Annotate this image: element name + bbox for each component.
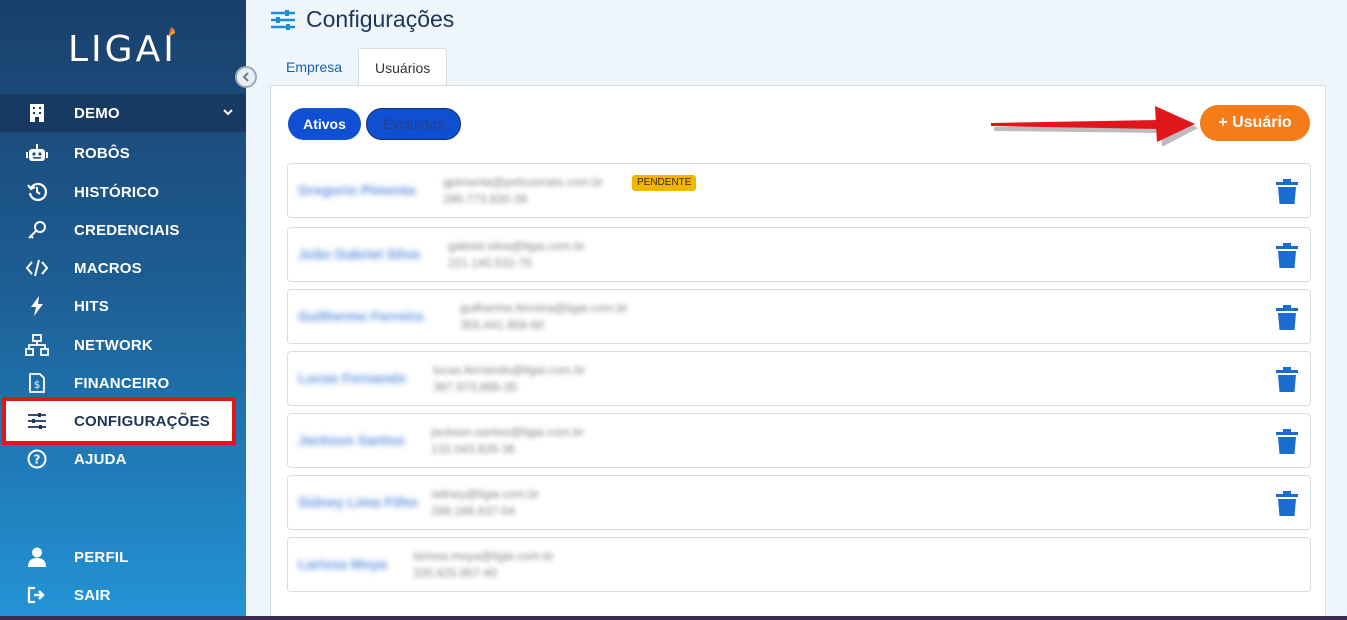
sidebar-item-label: ROBÔS: [74, 144, 131, 162]
trash-icon[interactable]: [1276, 429, 1298, 454]
trash-icon[interactable]: [1276, 179, 1298, 204]
network-icon: [25, 333, 49, 357]
sidebar-item-sair[interactable]: SAIR: [0, 576, 246, 614]
user-document: 132.043.826-36: [431, 442, 516, 456]
org-selector[interactable]: DEMO: [0, 94, 246, 132]
sidebar-item-configuracoes[interactable]: CONFIGURAÇÕES: [2, 397, 236, 445]
sidebar-item-ajuda[interactable]: ? AJUDA: [0, 440, 246, 478]
sidebar-item-label: CONFIGURAÇÕES: [74, 412, 210, 430]
bottom-border: [0, 616, 1347, 620]
user-row[interactable]: Larissa Moya larissa.moya@ligai.com.br 3…: [287, 537, 1311, 592]
sidebar-item-label: PERFIL: [74, 548, 129, 566]
sidebar-item-label: MACROS: [74, 259, 142, 277]
user-document: 355.441.958-60: [460, 318, 545, 332]
key-icon: [25, 218, 49, 242]
sliders-icon: [25, 409, 49, 433]
user-row[interactable]: Jackson Santos jackson.santos@ligai.com.…: [287, 413, 1311, 468]
logout-icon: [25, 583, 49, 607]
filter-deleted-button[interactable]: Excluídos: [366, 108, 461, 140]
user-email: jackson.santos@ligai.com.br: [431, 425, 584, 439]
sliders-icon: [271, 9, 295, 30]
chevron-left-icon: [242, 72, 249, 82]
history-icon: [25, 180, 49, 204]
trash-icon[interactable]: [1276, 243, 1298, 268]
page-header: Configurações: [270, 6, 454, 33]
chevron-down-icon: [223, 109, 233, 116]
building-icon: [25, 101, 49, 125]
collapse-sidebar-button[interactable]: [235, 66, 257, 88]
sidebar-item-label: FINANCEIRO: [74, 374, 170, 392]
user-row[interactable]: Sidney Lima Filho sidney@ligai.com.br 28…: [287, 475, 1311, 530]
user-email: gabriel.silva@ligai.com.br: [448, 239, 585, 253]
users-panel: Ativos Excluídos + Usuário Gregorio Pime…: [270, 85, 1326, 620]
trash-icon[interactable]: [1276, 367, 1298, 392]
user-name: Jackson Santos: [298, 432, 405, 448]
sidebar: LIGAI DEMO ROBÔS HISTÓRICO CREDENCIAIS M…: [0, 0, 246, 620]
user-email: guilherme.ferreira@ligai.com.br: [460, 301, 628, 315]
status-badge: PENDENTE: [632, 175, 697, 191]
sidebar-item-macros[interactable]: MACROS: [0, 249, 246, 287]
tab-empresa[interactable]: Empresa: [270, 48, 358, 86]
user-email: larissa.moya@ligai.com.br: [413, 549, 554, 563]
user-document: 289.186.637-54: [431, 504, 516, 518]
main-content: Configurações Empresa Usuários Ativos Ex…: [246, 0, 1347, 620]
sidebar-item-network[interactable]: NETWORK: [0, 326, 246, 364]
trash-icon[interactable]: [1276, 305, 1298, 330]
user-row[interactable]: Lucas Fernando lucas.fernando@ligai.com.…: [287, 351, 1311, 406]
trash-icon[interactable]: [1276, 491, 1298, 516]
page-title: Configurações: [306, 6, 455, 32]
invoice-icon: $: [25, 371, 49, 395]
user-row[interactable]: Gregorio Pimenta gpimenta@petrusmais.com…: [287, 163, 1311, 218]
logo-spark-icon: [168, 27, 175, 37]
user-name: Sidney Lima Filho: [298, 494, 418, 510]
add-user-button[interactable]: + Usuário: [1200, 105, 1310, 141]
code-icon: [25, 256, 49, 280]
tab-usuarios[interactable]: Usuários: [358, 48, 448, 86]
robot-icon: [25, 141, 49, 165]
sidebar-item-financeiro[interactable]: $ FINANCEIRO: [0, 364, 246, 402]
sidebar-item-label: HISTÓRICO: [74, 183, 160, 201]
filter-active-button[interactable]: Ativos: [288, 108, 361, 140]
user-document: 221.145.532-75: [448, 256, 533, 270]
user-row[interactable]: João Gabriel Silva gabriel.silva@ligai.c…: [287, 227, 1311, 282]
sidebar-item-credenciais[interactable]: CREDENCIAIS: [0, 211, 246, 249]
user-name: Guilherme Ferreira: [298, 308, 424, 324]
svg-text:$: $: [34, 380, 40, 391]
sidebar-item-hits[interactable]: HITS: [0, 287, 246, 325]
user-email: gpimenta@petrusmais.com.br: [443, 175, 604, 189]
app-logo: LIGAI: [68, 27, 178, 72]
user-icon: [25, 545, 49, 569]
sidebar-item-label: CREDENCIAIS: [74, 221, 180, 239]
user-document: 387.973.886-35: [433, 380, 518, 394]
user-row[interactable]: Guilherme Ferreira guilherme.ferreira@li…: [287, 289, 1311, 344]
sidebar-item-robos[interactable]: ROBÔS: [0, 134, 246, 172]
user-name: Larissa Moya: [298, 556, 387, 572]
sidebar-item-label: NETWORK: [74, 336, 153, 354]
sidebar-item-label: HITS: [74, 297, 109, 315]
annotation-arrow: [991, 106, 1198, 146]
bolt-icon: [25, 294, 49, 318]
svg-text:?: ?: [34, 453, 41, 467]
sidebar-item-label: AJUDA: [74, 450, 127, 468]
user-document: 335.625.957-40: [413, 566, 498, 580]
user-name: Lucas Fernando: [298, 370, 407, 386]
user-name: Gregorio Pimenta: [298, 182, 416, 198]
help-icon: ?: [25, 447, 49, 471]
org-name: DEMO: [74, 104, 120, 122]
sidebar-item-label: SAIR: [74, 586, 111, 604]
user-document: 286.773.830-39: [443, 192, 528, 206]
user-email: sidney@ligai.com.br: [431, 487, 540, 501]
sidebar-item-historico[interactable]: HISTÓRICO: [0, 173, 246, 211]
sidebar-item-perfil[interactable]: PERFIL: [0, 538, 246, 576]
user-name: João Gabriel Silva: [298, 246, 420, 262]
tab-bar: Empresa Usuários: [270, 48, 448, 86]
user-email: lucas.fernando@ligai.com.br: [433, 363, 586, 377]
logo-text: LIGAI: [68, 29, 177, 70]
